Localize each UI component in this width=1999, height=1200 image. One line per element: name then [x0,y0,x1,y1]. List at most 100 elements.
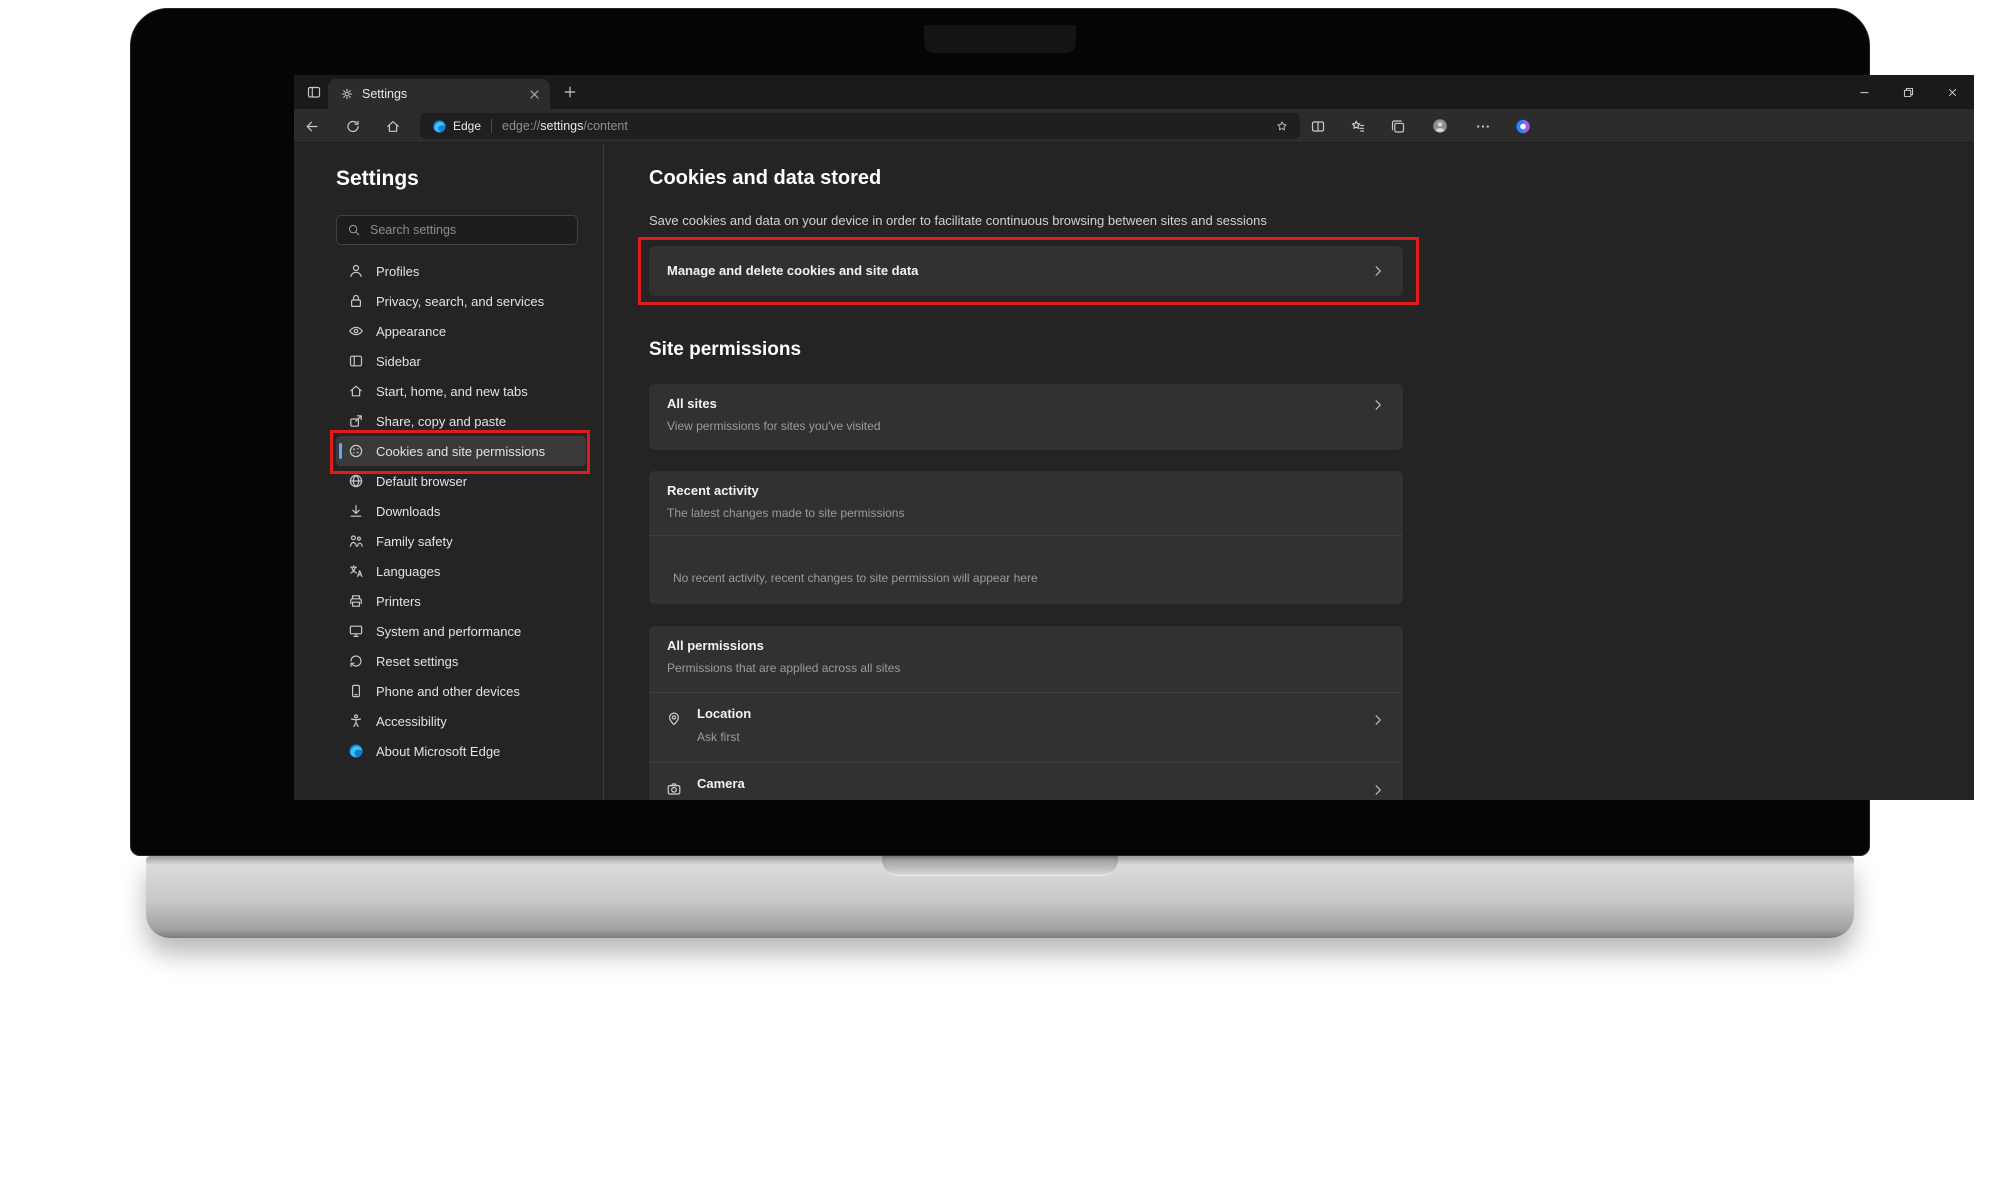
address-separator [491,119,492,133]
sidebar-item-label: Family safety [376,534,453,549]
url-host: settings [540,119,583,133]
page-description: Save cookies and data on your device in … [649,213,1267,228]
sidebar-item-downloads[interactable]: Downloads [336,496,586,526]
settings-page: Settings Search settings ProfilesPrivacy… [294,143,1974,800]
search-placeholder: Search settings [370,223,456,237]
split-screen-button[interactable] [1304,112,1332,140]
sidebar-item-label: Start, home, and new tabs [376,384,528,399]
all-sites-title: All sites [667,396,717,411]
maximize-button[interactable] [1886,75,1930,109]
close-window-button[interactable] [1930,75,1974,109]
laptop-lid: Settings [130,8,1870,856]
browser-toolbar: Edge edge://settings/content [294,109,1974,143]
laptop-base [146,856,1854,938]
sidebar-item-label: Default browser [376,474,467,489]
sidebar-item-family-safety[interactable]: Family safety [336,526,586,556]
back-button[interactable] [298,112,326,140]
sidebar-item-printers[interactable]: Printers [336,586,586,616]
avatar-icon [1432,116,1448,136]
profile-button[interactable] [1426,112,1454,140]
share-copy-paste-icon [348,413,364,429]
sidebar-item-label: Profiles [376,264,419,279]
sidebar-item-default-browser[interactable]: Default browser [336,466,586,496]
all-permissions-card: All permissions Permissions that are app… [649,626,1403,800]
settings-tab[interactable]: Settings [328,79,550,109]
sidebar-item-label: Privacy, search, and services [376,294,544,309]
accessibility-icon [348,713,364,729]
home-button[interactable] [379,112,407,140]
sidebar-nav: Profiles Privacy, search, and services App… [336,256,586,766]
about-microsoft-edge-icon [348,743,364,759]
sidebar-item-start-home-new-tabs[interactable]: Start, home, and new tabs [336,376,586,406]
chevron-right-icon [1371,783,1385,797]
collections-button[interactable] [1384,112,1412,140]
minimize-button[interactable] [1842,75,1886,109]
sidebar-item-languages[interactable]: Languages [336,556,586,586]
permission-row-location[interactable]: LocationAsk first [649,692,1403,762]
address-bar[interactable]: Edge edge://settings/content [420,113,1300,139]
sidebar-item-about-microsoft-edge[interactable]: About Microsoft Edge [336,736,586,766]
sidebar-item-phone-other-devices[interactable]: Phone and other devices [336,676,586,706]
copilot-button[interactable] [1509,112,1537,140]
sidebar-item-cookies-site-permissions[interactable]: Cookies and site permissions [336,436,586,466]
manage-cookies-card[interactable]: Manage and delete cookies and site data [649,246,1403,296]
gear-icon [340,87,354,101]
sidebar-item-accessibility[interactable]: Accessibility [336,706,586,736]
languages-icon [348,563,364,579]
copilot-icon [1515,117,1531,136]
permission-label: Camera [697,776,745,791]
plus-icon [562,84,578,100]
star-icon [1276,118,1288,134]
sidebar-item-label: About Microsoft Edge [376,744,500,759]
tab-close-icon[interactable] [527,87,542,102]
url-scheme: edge:// [502,119,540,133]
tab-actions-button[interactable] [302,80,326,104]
edge-site-badge: Edge [432,119,481,134]
address-badge-label: Edge [453,119,481,133]
sidebar-item-share-copy-paste[interactable]: Share, copy and paste [336,406,586,436]
more-menu-button[interactable] [1469,112,1497,140]
sidebar-item-privacy-search-services[interactable]: Privacy, search, and services [336,286,586,316]
new-tab-button[interactable] [558,80,582,104]
sidebar-item-label: System and performance [376,624,521,639]
start-home-new-tabs-icon [348,383,364,399]
all-sites-card[interactable]: All sites View permissions for sites you… [649,384,1403,450]
all-permissions-title: All permissions [667,638,764,653]
sidebar-item-profiles[interactable]: Profiles [336,256,586,286]
sidebar-item-label: Phone and other devices [376,684,520,699]
search-icon [347,223,361,237]
search-input[interactable]: Search settings [336,215,578,245]
phone-other-devices-icon [348,683,364,699]
sidebar-divider [603,143,604,800]
manage-cookies-label: Manage and delete cookies and site data [667,263,918,278]
sidebar-item-label: Accessibility [376,714,447,729]
reset-settings-icon [348,653,364,669]
laptop-screen: Settings [294,75,1974,800]
back-icon [304,118,320,135]
sidebar-item-sidebar[interactable]: Sidebar [336,346,586,376]
permission-row-camera[interactable]: Camera [649,762,1403,800]
location-icon [666,711,682,727]
tab-title: Settings [362,87,519,101]
all-permissions-rows: LocationAsk first Camera [649,692,1403,800]
url-text: edge://settings/content [502,119,628,133]
favorite-star-button[interactable] [1270,114,1294,138]
card-divider [649,535,1403,536]
laptop-trackpad-scoop [882,856,1118,876]
chevron-right-icon [1371,264,1385,278]
ellipsis-icon [1475,118,1491,135]
sidebar-item-label: Downloads [376,504,440,519]
sidebar-item-label: Printers [376,594,421,609]
sidebar-item-appearance[interactable]: Appearance [336,316,586,346]
sidebar-item-reset-settings[interactable]: Reset settings [336,646,586,676]
refresh-button[interactable] [339,112,367,140]
favorites-button[interactable] [1344,112,1372,140]
sidebar-item-system-performance[interactable]: System and performance [336,616,586,646]
minimize-icon [1858,86,1871,99]
sidebar-item-label: Cookies and site permissions [376,444,545,459]
permission-label: Location [697,706,751,721]
split-screen-icon [1310,118,1326,135]
recent-activity-title: Recent activity [667,483,759,498]
page-title: Cookies and data stored [649,167,881,190]
favorites-hub-icon [1350,118,1366,135]
